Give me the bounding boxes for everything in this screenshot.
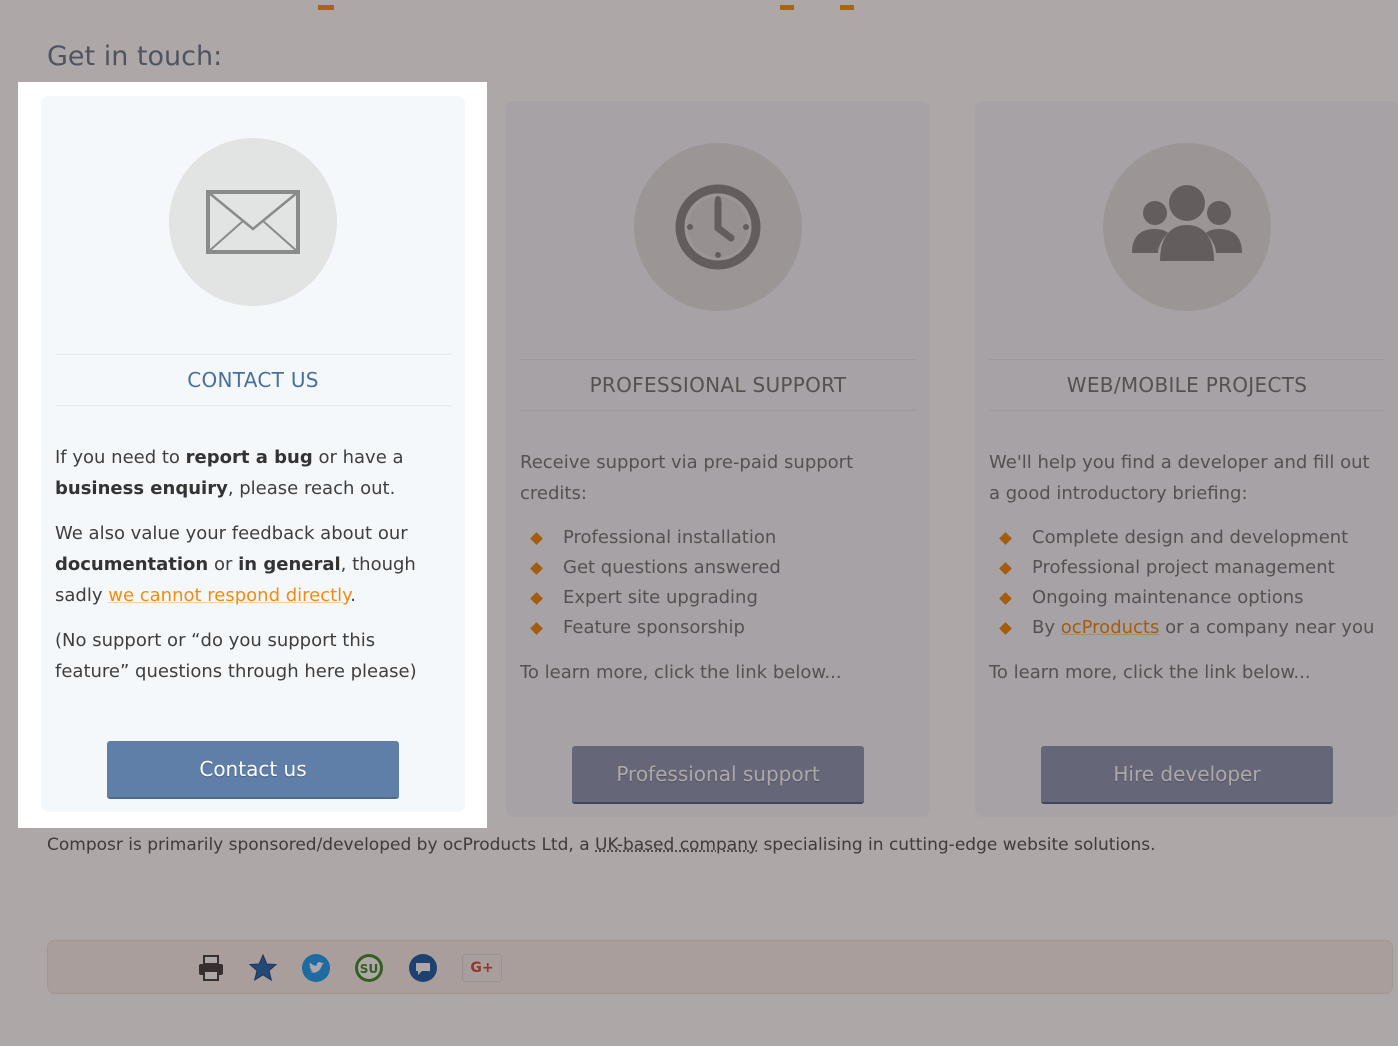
contact-us-button[interactable]: Contact us <box>107 741 399 799</box>
stumbleupon-icon[interactable]: SU <box>354 953 384 983</box>
bullet-icon <box>999 622 1012 635</box>
contact-card: CONTACT US If you need to report a bug o… <box>41 96 465 812</box>
bullet-icon <box>999 562 1012 575</box>
bold-text: documentation <box>55 554 209 575</box>
contact-icon-circle <box>169 138 337 306</box>
list-item: Professional installation <box>520 523 916 553</box>
footer-text: Composr is primarily sponsored/developed… <box>47 835 1156 855</box>
list-item-label: Expert site upgrading <box>563 587 758 608</box>
bold-text: in general <box>238 554 341 575</box>
google-plus-icon[interactable]: G+ <box>462 954 502 982</box>
projects-more-text: To learn more, click the link below... <box>989 662 1311 683</box>
page-title: Get in touch: <box>47 41 223 72</box>
list-item-label: Feature sponsorship <box>563 617 745 638</box>
contact-paragraph: We also value your feedback about our do… <box>55 518 451 611</box>
top-accent-bar <box>780 5 794 10</box>
support-card: PROFESSIONAL SUPPORT Receive support via… <box>506 101 930 817</box>
projects-bullets: Complete design and development Professi… <box>989 523 1385 643</box>
print-icon[interactable] <box>196 953 226 983</box>
support-body: Receive support via pre-paid support cre… <box>520 447 916 702</box>
support-intro: Receive support via pre-paid support cre… <box>520 452 854 504</box>
text: . <box>350 585 357 606</box>
google-plus-label: G+ <box>470 960 494 976</box>
support-more-text: To learn more, click the link below... <box>520 662 842 683</box>
text: We also value your feedback about our <box>55 523 408 544</box>
list-item: Expert site upgrading <box>520 583 916 613</box>
support-heading: PROFESSIONAL SUPPORT <box>520 359 916 411</box>
group-icon <box>1132 185 1242 261</box>
spotlight-frame: CONTACT US If you need to report a bug o… <box>18 82 487 828</box>
list-item-label: or a company near you <box>1159 617 1375 638</box>
text: or have a <box>312 447 404 468</box>
favorite-star-icon[interactable] <box>248 953 278 983</box>
text: , please reach out. <box>227 478 396 499</box>
list-item-label: Professional installation <box>563 527 777 548</box>
bullet-icon <box>530 562 543 575</box>
delicious-icon[interactable] <box>408 953 438 983</box>
list-item-label: Ongoing maintenance options <box>1032 587 1304 608</box>
projects-icon-circle <box>1103 143 1271 311</box>
list-item: By ocProducts or a company near you <box>989 613 1385 643</box>
clock-icon <box>675 184 761 270</box>
list-item: Ongoing maintenance options <box>989 583 1385 613</box>
bullet-icon <box>999 532 1012 545</box>
text: or <box>208 554 239 575</box>
envelope-icon <box>206 190 300 254</box>
contact-paragraph: If you need to report a bug or have a bu… <box>55 442 451 504</box>
list-item-label: Professional project management <box>1032 557 1335 578</box>
list-item-label: Get questions answered <box>563 557 781 578</box>
share-bar: SU G+ <box>47 940 1393 994</box>
contact-heading: CONTACT US <box>55 354 451 406</box>
contact-paragraph: (No support or “do you support this feat… <box>55 630 417 682</box>
bold-text: report a bug <box>185 447 313 468</box>
bullet-icon <box>530 592 543 605</box>
projects-card: WEB/MOBILE PROJECTS We'll help you find … <box>975 101 1398 817</box>
bullet-icon <box>999 592 1012 605</box>
twitter-icon[interactable] <box>301 953 331 983</box>
list-item: Get questions answered <box>520 553 916 583</box>
support-bullets: Professional installation Get questions … <box>520 523 916 643</box>
projects-intro: We'll help you find a developer and fill… <box>989 452 1370 504</box>
list-item: Complete design and development <box>989 523 1385 553</box>
hire-developer-button[interactable]: Hire developer <box>1041 746 1333 804</box>
list-item-label: Complete design and development <box>1032 527 1349 548</box>
professional-support-button[interactable]: Professional support <box>572 746 864 804</box>
list-item: Professional project management <box>989 553 1385 583</box>
text: If you need to <box>55 447 186 468</box>
uk-based-company-link[interactable]: UK-based company <box>595 835 758 855</box>
bold-text: business enquiry <box>55 478 228 499</box>
top-accent-bar <box>318 5 334 10</box>
contact-body: If you need to report a bug or have a bu… <box>55 442 451 701</box>
svg-text:SU: SU <box>360 962 378 976</box>
support-icon-circle <box>634 143 802 311</box>
list-item: Feature sponsorship <box>520 613 916 643</box>
footer-text-part: Composr is primarily sponsored/developed… <box>47 835 596 855</box>
list-item-label: By <box>1032 617 1061 638</box>
projects-heading: WEB/MOBILE PROJECTS <box>989 359 1385 411</box>
top-accent-bar <box>840 5 854 10</box>
projects-body: We'll help you find a developer and fill… <box>989 447 1385 702</box>
cannot-respond-link[interactable]: we cannot respond directly <box>108 585 350 606</box>
footer-text-part: specialising in cutting-edge website sol… <box>758 835 1156 855</box>
ocproducts-link[interactable]: ocProducts <box>1061 617 1160 638</box>
bullet-icon <box>530 532 543 545</box>
bullet-icon <box>530 622 543 635</box>
